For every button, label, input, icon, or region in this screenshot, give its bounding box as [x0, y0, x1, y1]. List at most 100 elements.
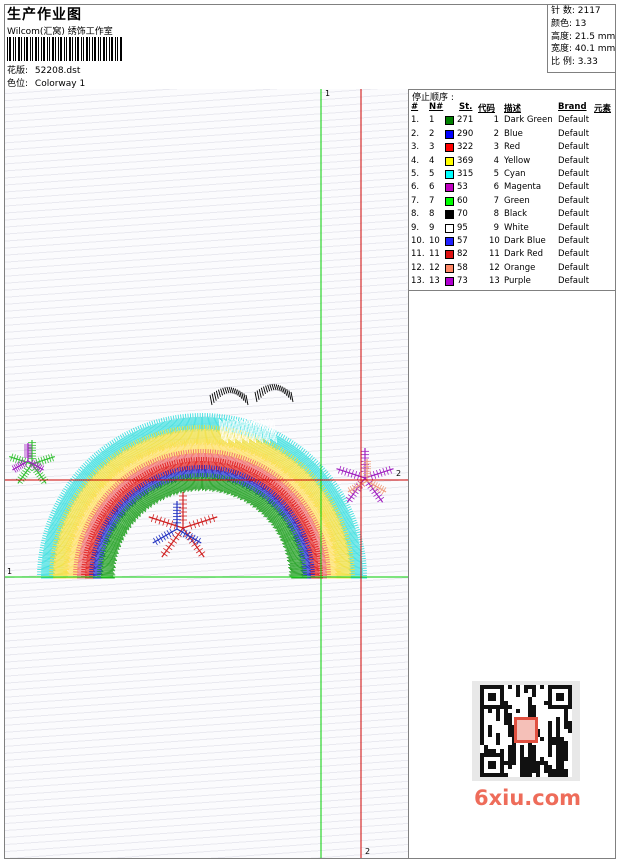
color-swatch [445, 170, 454, 179]
row-description: White [504, 223, 529, 233]
color-count: 颜色: 13 [551, 18, 616, 31]
row-stitches: 271 [457, 115, 473, 125]
row-code: 5 [489, 169, 499, 179]
row-index: 3. [411, 142, 419, 152]
col-element: 元素 [594, 102, 611, 114]
row-stitches: 290 [457, 129, 473, 139]
row-description: Orange [504, 263, 535, 273]
table-row: 6.6536MagentaDefault [409, 181, 616, 194]
watermark: 6xiu.com [474, 786, 581, 810]
table-row: 4. 4 369 4 Yellow Default [409, 155, 616, 168]
row-stitches: 95 [457, 223, 468, 233]
row-stitches: 73 [457, 276, 468, 286]
row-description: Dark Red [504, 249, 543, 259]
guide-v2-label: 2 [365, 847, 370, 856]
row-number: 11 [429, 249, 440, 259]
row-code: 6 [489, 182, 499, 192]
color-swatch [445, 264, 454, 273]
col-stitches: St. [459, 102, 472, 112]
col-code: 代码 [478, 102, 495, 114]
qr-code-icon [472, 681, 580, 781]
row-description: Red [504, 142, 520, 152]
col-brand: Brand [558, 102, 587, 112]
stop-sequence-table: # N# St. 代码 描述 Brand 元素 1.12711Dark Gree… [409, 101, 616, 291]
row-brand: Default [558, 223, 589, 233]
color-swatch [445, 210, 454, 219]
colorway-value: Colorway 1 [35, 79, 85, 89]
col-index: # [411, 102, 418, 112]
row-number: 1 [429, 115, 434, 125]
design-file: 52208.dst [35, 66, 80, 76]
row-brand: Default [558, 196, 589, 206]
table-row: 12.125812OrangeDefault [409, 262, 616, 275]
row-number: 13 [429, 276, 440, 286]
scale-ratio: 比 例: 3.33 [551, 56, 616, 69]
row-stitches: 322 [457, 142, 473, 152]
row-code: 2 [489, 129, 499, 139]
row-code: 10 [489, 236, 499, 246]
color-swatch [445, 116, 454, 125]
row-description: Yellow [504, 156, 530, 166]
row-index: 8. [411, 209, 419, 219]
row-stitches: 58 [457, 263, 468, 273]
row-brand: Default [558, 156, 589, 166]
row-stitches: 82 [457, 249, 468, 259]
row-brand: Default [558, 249, 589, 259]
guide-v1-label: 1 [325, 89, 330, 98]
table-row: 9.9959WhiteDefault [409, 222, 616, 235]
header: 生产作业图 Wilcom(汇窝) 绣饰工作室 花版: 52208.dst 色位:… [4, 4, 616, 90]
row-number: 8 [429, 209, 434, 219]
row-brand: Default [558, 209, 589, 219]
color-swatch [445, 183, 454, 192]
row-index: 2. [411, 129, 419, 139]
row-stitches: 60 [457, 196, 468, 206]
row-brand: Default [558, 115, 589, 125]
table-row: 7.7607GreenDefault [409, 195, 616, 208]
table-header: # N# St. 代码 描述 Brand 元素 [409, 101, 616, 114]
table-row: 11.118211Dark RedDefault [409, 248, 616, 261]
row-description: Dark Green [504, 115, 553, 125]
color-swatch [445, 277, 454, 286]
col-description: 描述 [504, 102, 521, 114]
row-stitches: 315 [457, 169, 473, 179]
row-stitches: 53 [457, 182, 468, 192]
design-line: 花版: 52208.dst [7, 63, 80, 76]
col-number: N# [429, 102, 443, 112]
row-brand: Default [558, 236, 589, 246]
row-brand: Default [558, 142, 589, 152]
page-title: 生产作业图 [7, 4, 82, 24]
row-code: 13 [489, 276, 499, 286]
row-code: 8 [489, 209, 499, 219]
row-index: 5. [411, 169, 419, 179]
color-swatch [445, 143, 454, 152]
row-number: 3 [429, 142, 434, 152]
row-description: Purple [504, 276, 531, 286]
row-description: Blue [504, 129, 523, 139]
row-number: 4 [429, 156, 434, 166]
row-code: 4 [489, 156, 499, 166]
table-row: 1.12711Dark GreenDefault [409, 114, 616, 127]
row-index: 4. [411, 156, 419, 166]
barcode-icon [7, 37, 122, 61]
colorway-label: 色位: [7, 79, 28, 89]
table-row: 10.105710Dark BlueDefault [409, 235, 616, 248]
row-code: 12 [489, 263, 499, 273]
row-code: 1 [489, 115, 499, 125]
row-index: 7. [411, 196, 419, 206]
row-index: 11. [411, 249, 425, 259]
row-stitches: 369 [457, 156, 473, 166]
color-swatch [445, 237, 454, 246]
row-number: 6 [429, 182, 434, 192]
row-code: 9 [489, 223, 499, 233]
row-stitches: 70 [457, 209, 468, 219]
row-number: 7 [429, 196, 434, 206]
color-swatch [445, 157, 454, 166]
stitch-count: 针 数: 2117 [551, 5, 616, 18]
row-description: Black [504, 209, 527, 219]
color-swatch [445, 130, 454, 139]
row-number: 12 [429, 263, 440, 273]
row-index: 10. [411, 236, 425, 246]
guide-h2-label: 2 [396, 469, 401, 478]
row-description: Dark Blue [504, 236, 546, 246]
stats-box: 针 数: 2117 颜色: 13 高度: 21.5 mm 宽度: 40.1 mm… [547, 4, 616, 73]
